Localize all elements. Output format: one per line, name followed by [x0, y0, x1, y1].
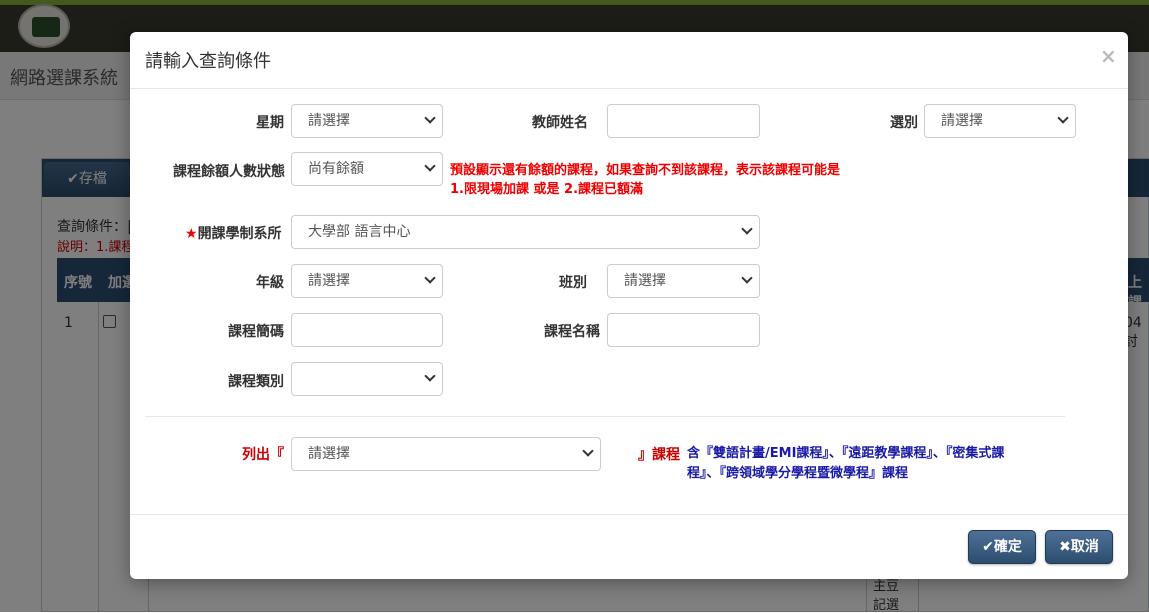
chevron-down-icon	[424, 272, 436, 284]
seat-status-note-line2: 1.限現場加課 或是 2.課程已額滿	[450, 182, 644, 197]
course-category-select[interactable]	[291, 362, 443, 396]
elective-type-select-value: 請選擇	[941, 113, 983, 129]
chevron-down-icon	[582, 445, 594, 457]
course-code-input[interactable]	[291, 313, 443, 347]
chevron-down-icon	[1057, 112, 1069, 124]
chevron-down-icon	[424, 112, 436, 124]
teacher-name-input[interactable]	[607, 104, 760, 138]
list-note: 含『雙語計畫/EMI課程』、『遠距教學課程』、『密集式課程』、『跨領域學分學程暨…	[687, 446, 1005, 481]
required-star-icon: ★	[185, 226, 198, 242]
close-icon[interactable]: ×	[1100, 44, 1117, 68]
weekday-select[interactable]: 請選擇	[291, 104, 443, 138]
class-group-label: 班別	[559, 275, 587, 291]
grade-label: 年級	[256, 275, 284, 291]
weekday-select-value: 請選擇	[308, 113, 350, 129]
list-select[interactable]: 請選擇	[291, 437, 601, 471]
course-category-label: 課程類別	[228, 374, 284, 390]
department-label: ★開課學制系所	[185, 223, 282, 243]
list-label: 列出『	[242, 447, 284, 463]
confirm-button[interactable]: ✔確定	[968, 530, 1036, 564]
grade-select[interactable]: 請選擇	[291, 264, 443, 298]
teacher-name-label: 教師姓名	[532, 115, 588, 131]
chevron-down-icon	[741, 272, 753, 284]
course-name-label: 課程名稱	[544, 324, 600, 340]
grade-select-value: 請選擇	[308, 273, 350, 289]
seat-status-select[interactable]: 尚有餘額	[291, 152, 443, 186]
weekday-label: 星期	[256, 115, 284, 131]
query-dialog: 請輸入查詢條件 × 星期 請選擇 教師姓名 選別 請選擇 課程餘額人數狀態 尚有…	[130, 32, 1128, 579]
chevron-down-icon	[424, 370, 436, 382]
course-code-label: 課程簡碼	[228, 324, 284, 340]
course-name-input[interactable]	[607, 313, 760, 347]
department-select-value: 大學部 語言中心	[308, 224, 411, 240]
dialog-title: 請輸入查詢條件	[145, 51, 271, 72]
seat-status-note: 預設顯示還有餘額的課程，如果查詢不到該課程，表示該課程可能是 1.限現場加課 或…	[450, 161, 840, 199]
elective-type-select[interactable]: 請選擇	[924, 104, 1076, 138]
department-label-text: 開課學制系所	[197, 226, 282, 242]
seat-status-select-value: 尚有餘額	[308, 161, 364, 177]
seat-status-note-line1: 預設顯示還有餘額的課程，如果查詢不到該課程，表示該課程可能是	[450, 163, 841, 178]
elective-type-label: 選別	[890, 115, 918, 131]
seat-status-label: 課程餘額人數狀態	[173, 164, 285, 180]
section-divider	[145, 416, 1065, 417]
list-select-value: 請選擇	[308, 446, 350, 462]
class-group-select[interactable]: 請選擇	[607, 264, 760, 298]
department-select[interactable]: 大學部 語言中心	[291, 215, 760, 249]
class-group-select-value: 請選擇	[624, 273, 666, 289]
cancel-button[interactable]: ✖取消	[1045, 530, 1113, 564]
list-suffix: 』課程	[638, 447, 680, 463]
dialog-header: 請輸入查詢條件 ×	[130, 32, 1128, 89]
chevron-down-icon	[741, 223, 753, 235]
chevron-down-icon	[424, 160, 436, 172]
